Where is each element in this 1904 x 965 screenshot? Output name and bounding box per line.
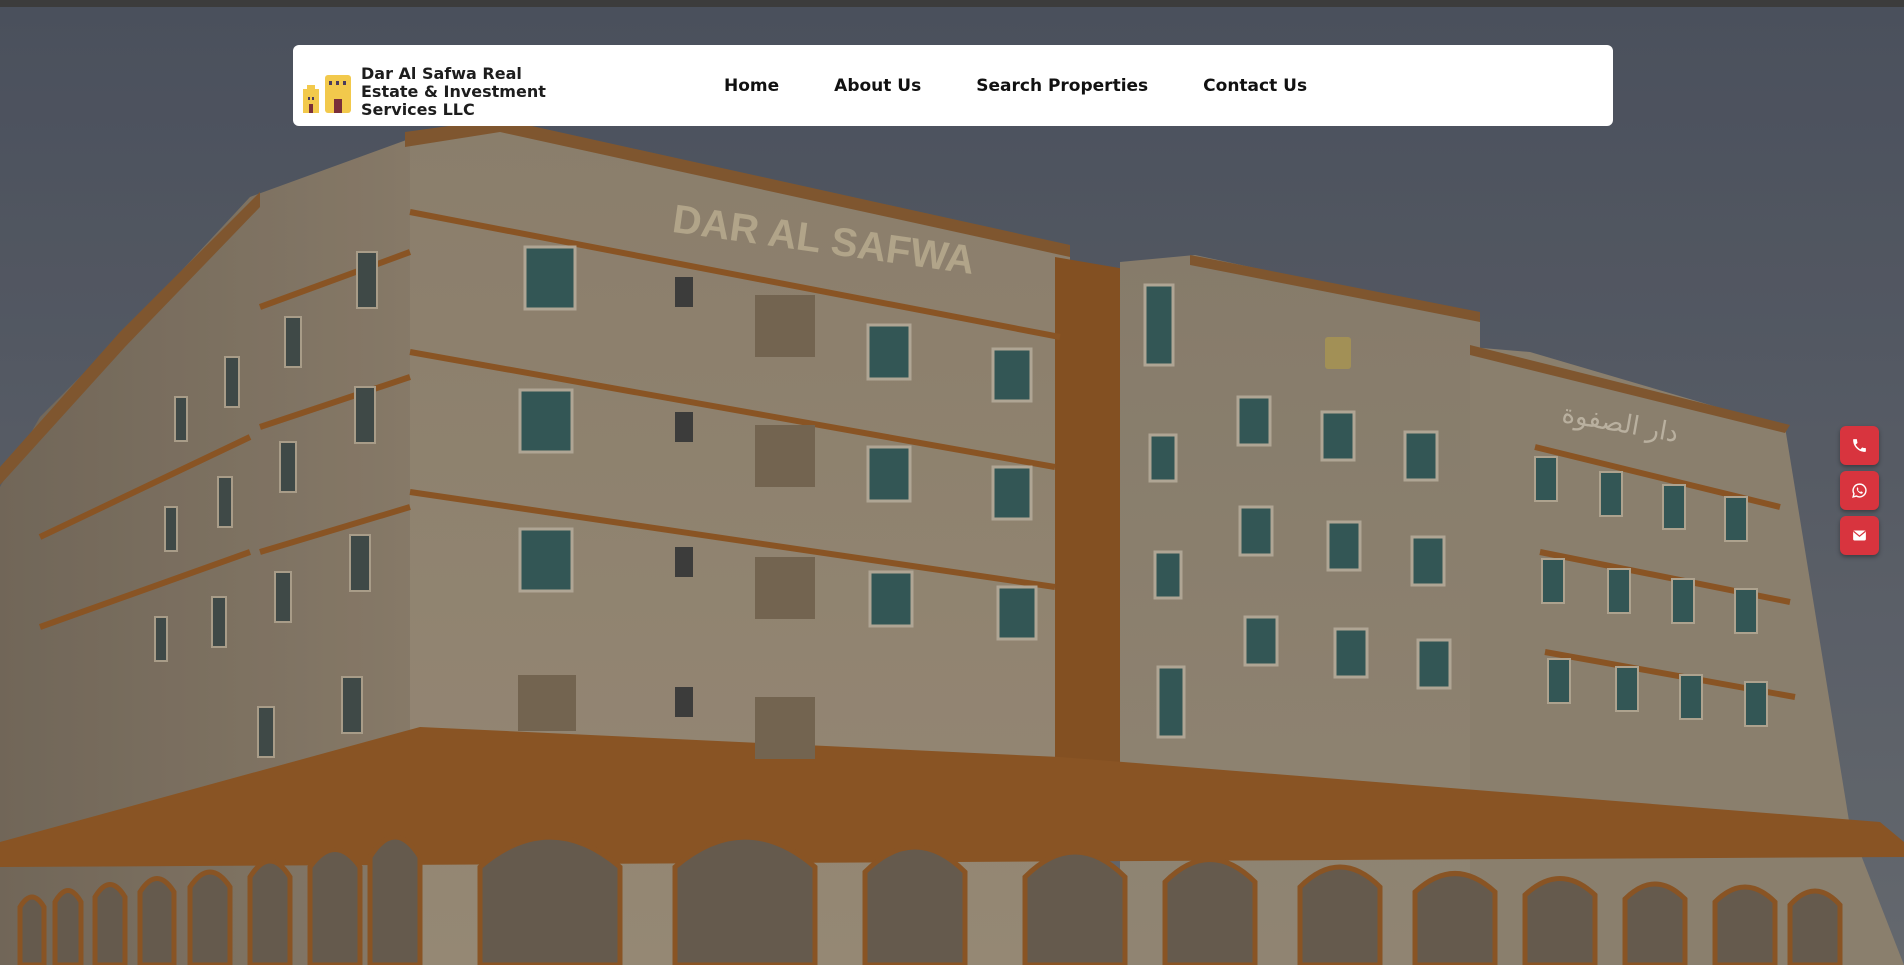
email-button[interactable]: [1840, 516, 1879, 555]
phone-icon: [1853, 439, 1866, 452]
floating-contact-buttons: [1840, 426, 1879, 561]
brand[interactable]: Dar Al Safwa Real Estate & Investment Se…: [303, 65, 571, 119]
nav-links: Home About Us Search Properties Contact …: [724, 45, 1362, 126]
nav-link-contact-us[interactable]: Contact Us: [1203, 76, 1307, 96]
building-logo-icon: [303, 75, 351, 113]
top-bar: [0, 0, 1904, 7]
main-navbar: Dar Al Safwa Real Estate & Investment Se…: [293, 45, 1613, 126]
nav-link-about-us[interactable]: About Us: [834, 76, 921, 96]
hero-background-image: DAR AL SAFWA دار الصفوة: [0, 7, 1904, 965]
nav-link-home[interactable]: Home: [724, 76, 779, 96]
whatsapp-button[interactable]: [1840, 471, 1879, 510]
whatsapp-icon: [1852, 483, 1867, 498]
nav-link-search-properties[interactable]: Search Properties: [976, 76, 1148, 96]
call-button[interactable]: [1840, 426, 1879, 465]
envelope-icon: [1853, 530, 1866, 541]
brand-name: Dar Al Safwa Real Estate & Investment Se…: [361, 64, 546, 119]
